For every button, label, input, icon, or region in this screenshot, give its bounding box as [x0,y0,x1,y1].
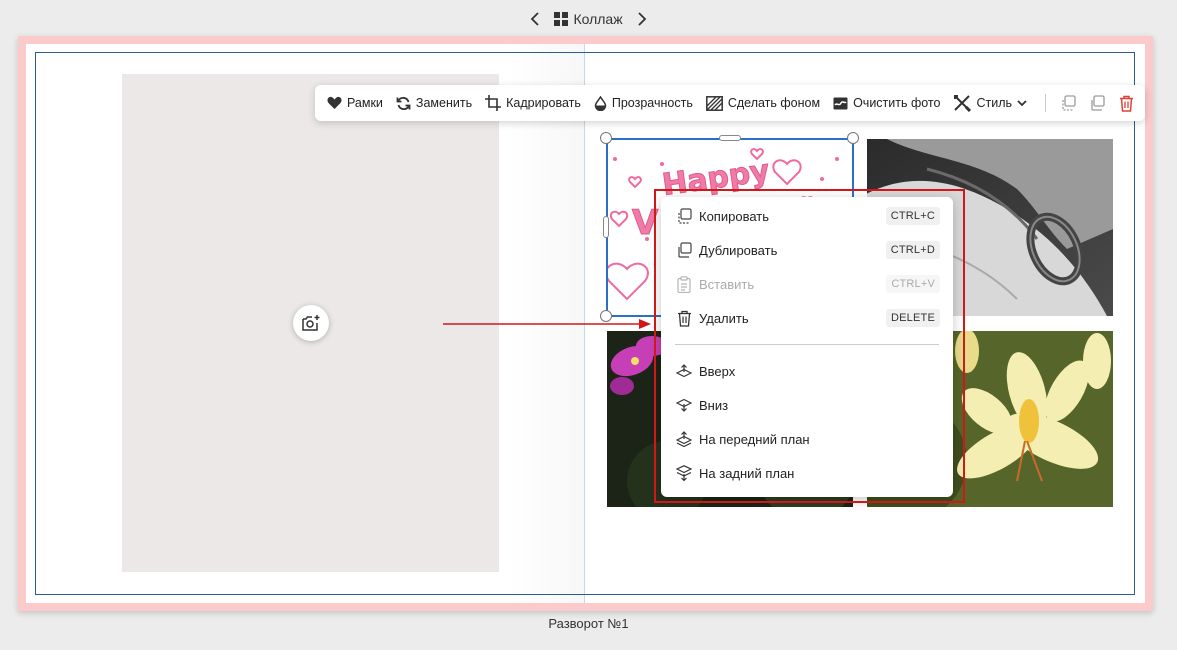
photobook-editor: Коллаж Happy V Рамки Заменить Кадрироват… [0,0,1177,650]
chevron-right-icon [637,12,646,26]
hatched-square-icon [705,95,723,111]
prev-layout-button[interactable] [526,8,544,30]
menu-item-copy[interactable]: Копировать CTRL+C [661,202,953,230]
shortcut-badge: DELETE [886,309,940,327]
chevron-down-icon [1017,99,1027,106]
crop-button[interactable]: Кадрировать [485,95,581,111]
shortcut-badge: CTRL+D [885,241,940,259]
menu-item-label: Вставить [699,276,755,292]
trash-icon [675,309,693,327]
make-background-label: Сделать фоном [727,96,821,110]
make-background-button[interactable]: Сделать фоном [705,95,821,111]
next-layout-button[interactable] [633,8,651,30]
grid-layout-icon [554,12,569,26]
shortcut-badge: CTRL+V [886,275,940,293]
spread-label: Разворот №1 [548,616,629,631]
annotation-arrow [443,319,651,329]
toolbar-divider [1045,94,1046,112]
copy-dashed-icon [675,207,693,225]
layer-up-icon [675,362,693,380]
menu-item-label: На задний план [699,465,795,481]
drop-icon [594,95,607,111]
crop-icon [485,95,502,111]
crop-label: Кадрировать [506,96,581,110]
add-photo-button[interactable] [293,305,329,341]
frames-label: Рамки [347,96,383,110]
menu-item-label: Копировать [699,208,769,224]
resize-handle-top-left[interactable] [600,132,612,144]
menu-item-send-to-back[interactable]: На задний план [661,459,953,487]
copy-dashed-icon [1062,95,1077,111]
copy-toolbar-button[interactable] [1058,92,1079,114]
layer-down-icon [675,396,693,414]
clear-photo-label: Очистить фото [853,96,941,110]
trash-icon [1120,95,1133,112]
delete-toolbar-button[interactable] [1116,92,1137,114]
layout-navigation: Коллаж [0,6,1177,32]
refresh-icon [396,96,411,110]
style-dropdown[interactable]: Стиль [953,94,1027,112]
resize-handle-top[interactable] [719,135,741,141]
transparency-button[interactable]: Прозрачность [594,95,693,111]
replace-label: Заменить [415,96,473,110]
menu-divider [675,344,939,345]
tools-icon [954,95,972,112]
svg-text:Happy: Happy [660,153,772,203]
replace-button[interactable]: Заменить [396,96,472,111]
shortcut-badge: CTRL+C [885,207,940,225]
heart-icon [327,96,342,109]
menu-item-label: Удалить [699,310,749,326]
duplicate-icon [1091,95,1106,111]
clipboard-icon [675,275,693,293]
send-back-icon [675,464,693,482]
layout-title: Коллаж [573,11,623,27]
menu-item-label: Вверх [699,363,736,379]
duplicate-icon [675,241,693,259]
layout-selector[interactable]: Коллаж [554,11,623,27]
bring-front-icon [675,430,693,448]
frames-button[interactable]: Рамки [327,96,383,110]
menu-item-label: Вниз [699,397,729,413]
menu-item-duplicate[interactable]: Дублировать CTRL+D [661,236,953,264]
duplicate-toolbar-button[interactable] [1087,92,1108,114]
chevron-left-icon [531,12,540,26]
transparency-label: Прозрачность [611,96,693,110]
menu-item-paste[interactable]: Вставить CTRL+V [661,270,953,298]
menu-item-move-up[interactable]: Вверх [661,357,953,385]
context-menu: Копировать CTRL+C Дублировать CTRL+D Вст… [661,197,953,497]
resize-handle-top-right[interactable] [847,132,859,144]
camera-plus-icon [302,315,320,331]
svg-text:V: V [632,203,659,243]
menu-item-move-down[interactable]: Вниз [661,391,953,419]
style-label: Стиль [976,96,1013,110]
resize-handle-left[interactable] [603,216,609,238]
clear-photo-button[interactable]: Очистить фото [833,96,940,110]
photo-toolbar: Рамки Заменить Кадрировать Прозрачность … [315,85,1145,121]
menu-item-delete[interactable]: Удалить DELETE [661,304,953,332]
menu-item-label: Дублировать [699,242,778,258]
image-wave-icon [833,97,848,109]
menu-item-bring-to-front[interactable]: На передний план [661,425,953,453]
menu-item-label: На передний план [699,431,810,447]
